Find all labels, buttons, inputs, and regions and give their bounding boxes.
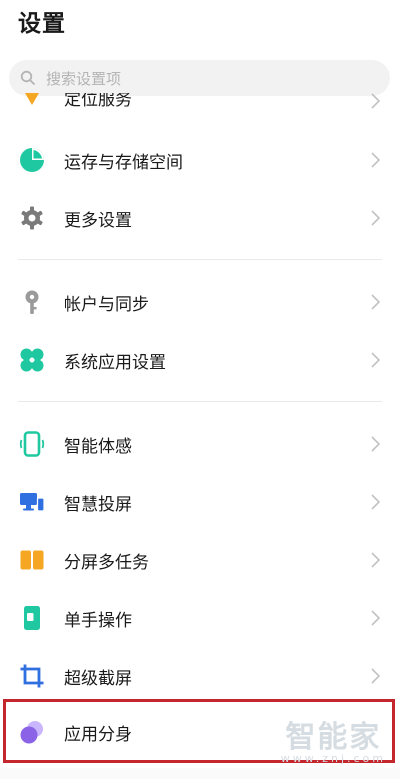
watermark-main: 智能家 [285, 720, 382, 755]
chevron-right-icon [371, 294, 380, 310]
clover-icon [19, 347, 45, 373]
bottom-edge [0, 768, 400, 779]
chevron-right-icon [371, 436, 380, 452]
settings-item-system-apps[interactable]: 系统应用设置 [0, 332, 400, 388]
section-divider [18, 259, 382, 260]
location-icon [19, 93, 45, 119]
settings-item-smart-cast[interactable]: 智慧投屏 [0, 474, 400, 530]
settings-item-label: 更多设置 [64, 210, 132, 231]
chevron-right-icon [371, 552, 380, 568]
settings-item-label: 定位服务 [64, 93, 132, 110]
page-title: 设置 [18, 11, 66, 37]
settings-item-super-screenshot[interactable]: 超级截屏 [0, 648, 400, 704]
split-screen-icon [19, 547, 45, 573]
settings-item-label: 超级截屏 [64, 668, 132, 689]
search-placeholder: 搜索设置项 [46, 69, 122, 88]
settings-item-more[interactable]: 更多设置 [0, 190, 400, 246]
chevron-right-icon [371, 352, 380, 368]
settings-item-label: 单手操作 [64, 610, 132, 631]
watermark: 智能家 www.znj.com [281, 712, 386, 765]
gear-icon [19, 205, 45, 231]
settings-item-label: 系统应用设置 [64, 352, 166, 373]
settings-item-label: 帐户与同步 [64, 294, 149, 315]
settings-item-label: 运存与存储空间 [64, 152, 183, 173]
settings-item-split-screen[interactable]: 分屏多任务 [0, 532, 400, 588]
chevron-right-icon [371, 610, 380, 626]
settings-item-one-hand[interactable]: 单手操作 [0, 590, 400, 646]
chevron-right-icon [371, 210, 380, 226]
screen-cast-icon [19, 489, 45, 515]
settings-item-label: 智慧投屏 [64, 494, 132, 515]
settings-item-location[interactable]: 定位服务 [0, 93, 400, 119]
chevron-right-icon [371, 668, 380, 684]
chevron-right-icon [371, 93, 380, 109]
crop-icon [19, 663, 45, 689]
settings-item-smart-motion[interactable]: 智能体感 [0, 416, 400, 472]
settings-item-account-sync[interactable]: 帐户与同步 [0, 274, 400, 330]
settings-item-label: 智能体感 [64, 436, 132, 457]
section-divider [18, 401, 382, 402]
watermark-sub: www.znj.com [280, 752, 386, 765]
pie-chart-icon [19, 147, 45, 173]
search-bar[interactable]: 搜索设置项 [9, 60, 390, 96]
phone-outline-icon [19, 431, 45, 457]
settings-item-label: 分屏多任务 [64, 552, 149, 573]
chevron-right-icon [371, 152, 380, 168]
chevron-right-icon [371, 494, 380, 510]
one-hand-icon [19, 605, 45, 631]
search-icon [20, 70, 35, 85]
settings-item-storage[interactable]: 运存与存储空间 [0, 132, 400, 188]
key-icon [19, 289, 45, 315]
